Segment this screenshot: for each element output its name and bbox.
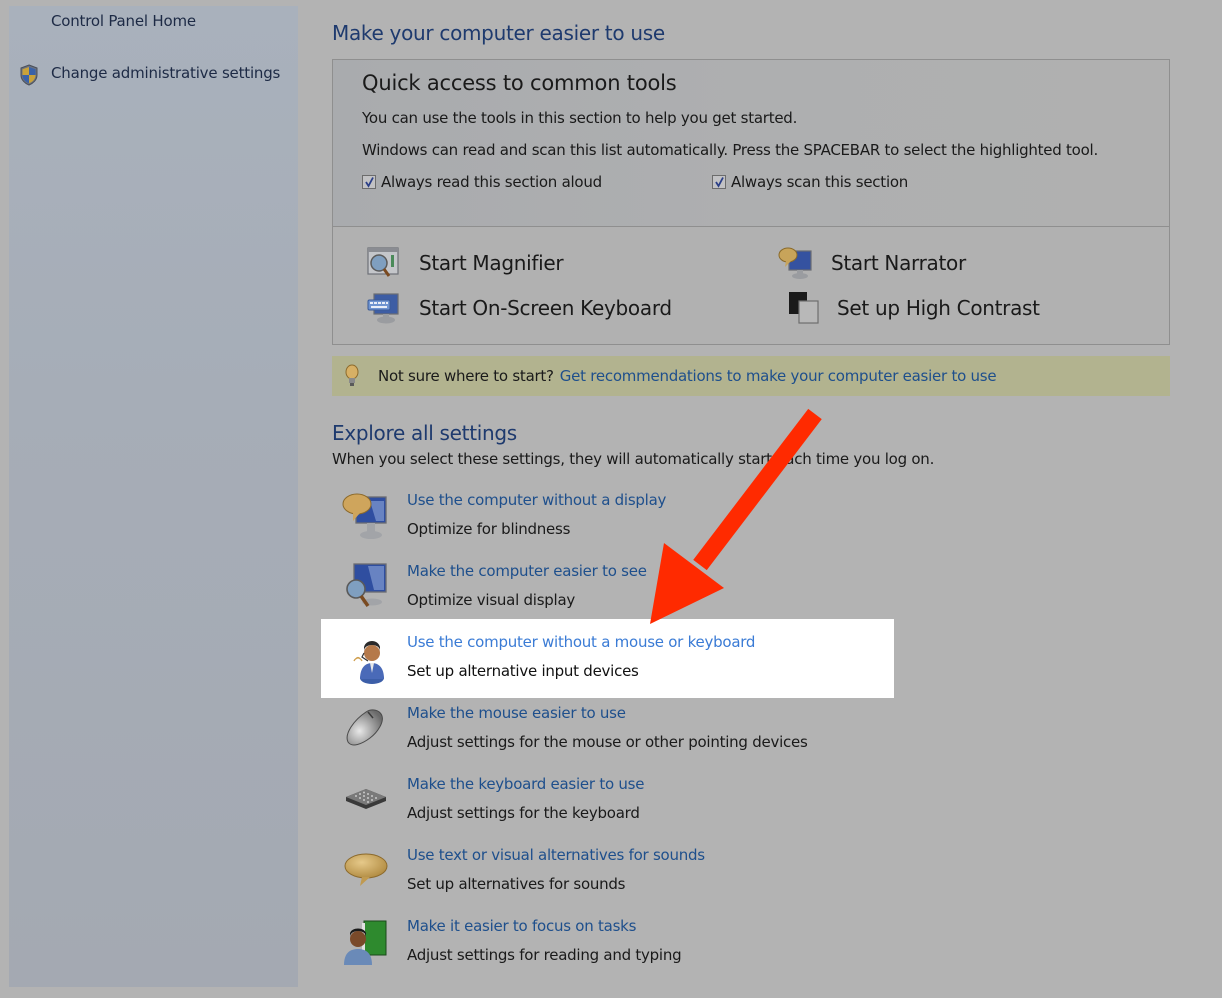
- setting-link[interactable]: Use text or visual alternatives for soun…: [407, 846, 705, 864]
- setting-item-sound-alternatives[interactable]: Use text or visual alternatives for soun…: [340, 846, 900, 906]
- setting-link[interactable]: Make the computer easier to see: [407, 562, 647, 580]
- quick-access-description: You can use the tools in this section to…: [362, 109, 798, 127]
- sidebar: Control Panel Home Change administrative…: [9, 6, 298, 987]
- set-up-high-contrast-label: Set up High Contrast: [837, 296, 1040, 320]
- speech-bubble-icon: [344, 853, 388, 886]
- always-scan-label: Always scan this section: [731, 173, 909, 191]
- setting-description: Set up alternative input devices: [407, 662, 639, 680]
- sidebar-item-change-admin-settings[interactable]: Change administrative settings: [51, 64, 280, 82]
- set-up-high-contrast-button[interactable]: Set up High Contrast: [787, 291, 1040, 325]
- magnifier-icon: [367, 247, 399, 277]
- setting-description: Adjust settings for the mouse or other p…: [407, 733, 808, 751]
- user-book-icon: [344, 920, 387, 965]
- checkmark-icon: [365, 177, 374, 188]
- setting-description: Optimize for blindness: [407, 520, 571, 538]
- quick-access-instructions: Windows can read and scan this list auto…: [362, 141, 1098, 159]
- setting-description: Adjust settings for the keyboard: [407, 804, 640, 822]
- always-read-aloud-checkbox-row[interactable]: Always read this section aloud: [362, 173, 602, 191]
- setting-item-keyboard[interactable]: Make the keyboard easier to use Adjust s…: [340, 775, 900, 835]
- on-screen-keyboard-icon: [367, 293, 399, 324]
- setting-description: Optimize visual display: [407, 591, 576, 609]
- always-scan-checkbox[interactable]: [712, 175, 726, 189]
- recommendation-bar: Not sure where to start? Get recommendat…: [332, 356, 1170, 396]
- quick-access-panel: Quick access to common tools You can use…: [332, 59, 1170, 345]
- page-title: Make your computer easier to use: [332, 21, 665, 45]
- mouse-icon: [346, 709, 383, 746]
- setting-item-without-mouse-or-keyboard[interactable]: Use the computer without a mouse or keyb…: [340, 633, 900, 693]
- quick-access-title: Quick access to common tools: [362, 71, 677, 95]
- user-headset-icon: [353, 641, 384, 684]
- setting-link[interactable]: Use the computer without a mouse or keyb…: [407, 633, 755, 651]
- explore-section-subtitle: When you select these settings, they wil…: [332, 450, 935, 468]
- explore-section-title: Explore all settings: [332, 421, 517, 445]
- quick-access-header: Quick access to common tools You can use…: [333, 60, 1169, 227]
- monitor-speech-icon: [342, 493, 387, 539]
- setting-description: Set up alternatives for sounds: [407, 875, 626, 893]
- start-magnifier-button[interactable]: Start Magnifier: [365, 246, 564, 280]
- keyboard-icon: [346, 789, 386, 809]
- setting-description: Adjust settings for reading and typing: [407, 946, 682, 964]
- get-recommendations-link[interactable]: Get recommendations to make your compute…: [560, 367, 997, 385]
- uac-shield-icon: [20, 64, 38, 86]
- setting-item-focus-on-tasks[interactable]: Make it easier to focus on tasks Adjust …: [340, 917, 900, 977]
- always-read-aloud-label: Always read this section aloud: [381, 173, 602, 191]
- setting-link[interactable]: Make it easier to focus on tasks: [407, 917, 636, 935]
- recommendation-label: Not sure where to start?: [378, 367, 554, 385]
- monitor-magnifier-icon: [346, 563, 387, 608]
- setting-link[interactable]: Make the mouse easier to use: [407, 704, 626, 722]
- setting-item-without-display[interactable]: Use the computer without a display Optim…: [340, 491, 900, 551]
- start-narrator-label: Start Narrator: [831, 251, 966, 275]
- start-on-screen-keyboard-button[interactable]: Start On-Screen Keyboard: [365, 291, 672, 325]
- start-narrator-button[interactable]: Start Narrator: [777, 246, 966, 280]
- always-read-aloud-checkbox[interactable]: [362, 175, 376, 189]
- always-scan-checkbox-row[interactable]: Always scan this section: [712, 173, 908, 191]
- setting-link[interactable]: Use the computer without a display: [407, 491, 666, 509]
- narrator-icon: [778, 247, 812, 279]
- sidebar-item-control-panel-home[interactable]: Control Panel Home: [51, 12, 196, 30]
- setting-item-easier-to-see[interactable]: Make the computer easier to see Optimize…: [340, 562, 900, 622]
- setting-item-mouse[interactable]: Make the mouse easier to use Adjust sett…: [340, 704, 900, 764]
- setting-link[interactable]: Make the keyboard easier to use: [407, 775, 644, 793]
- high-contrast-icon: [789, 292, 819, 324]
- start-on-screen-keyboard-label: Start On-Screen Keyboard: [419, 296, 672, 320]
- lightbulb-icon: [345, 364, 359, 386]
- start-magnifier-label: Start Magnifier: [419, 251, 564, 275]
- checkmark-icon: [715, 177, 724, 188]
